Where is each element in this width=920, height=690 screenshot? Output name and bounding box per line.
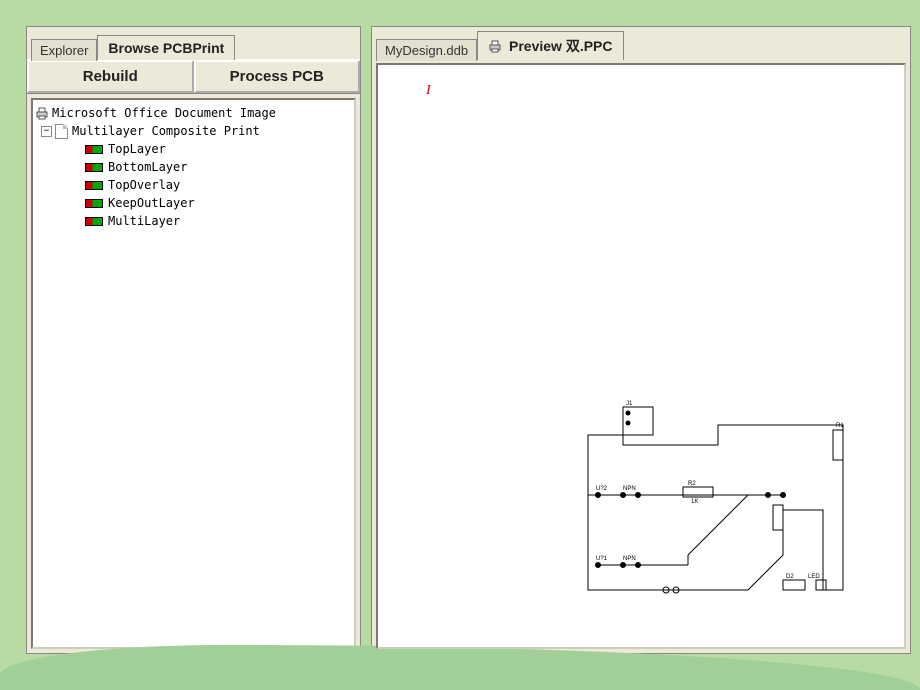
tab-preview-ppc[interactable]: Preview 双.PPC	[477, 31, 623, 60]
page-icon	[55, 124, 68, 139]
tree-composite-node[interactable]: − Multilayer Composite Print	[35, 122, 352, 140]
process-pcb-button[interactable]: Process PCB	[194, 60, 361, 93]
tab-browse-pcbprint[interactable]: Browse PCBPrint	[97, 35, 235, 60]
collapse-toggle-icon[interactable]: −	[41, 126, 52, 137]
layer-label: KeepOutLayer	[108, 196, 195, 210]
text-cursor-icon: I	[426, 83, 431, 99]
svg-text:NPN: NPN	[623, 556, 636, 562]
tree-root-node[interactable]: Microsoft Office Document Image	[35, 104, 352, 122]
preview-canvas[interactable]: I	[376, 63, 906, 649]
tree-layer-item[interactable]: TopOverlay	[35, 176, 352, 194]
layer-tree: Microsoft Office Document Image − Multil…	[31, 98, 356, 649]
pcb-schematic-preview: J1 R1 U?2 NPN R2 1K U?1 NPN D2 LED	[568, 395, 868, 625]
tree-layer-item[interactable]: BottomLayer	[35, 158, 352, 176]
tab-explorer[interactable]: Explorer	[31, 39, 97, 61]
svg-text:R2: R2	[688, 481, 696, 487]
layer-label: TopLayer	[108, 142, 166, 156]
layer-label: TopOverlay	[108, 178, 180, 192]
layer-label: BottomLayer	[108, 160, 187, 174]
tab-preview-label: Preview 双.PPC	[509, 38, 613, 54]
svg-text:U?2: U?2	[596, 486, 608, 492]
svg-text:J1: J1	[626, 401, 633, 407]
left-tab-bar: Explorer Browse PCBPrint	[27, 27, 360, 59]
layer-icon	[85, 181, 103, 190]
svg-text:NPN: NPN	[623, 486, 636, 492]
preview-panel: MyDesign.ddb Preview 双.PPC I	[371, 26, 911, 654]
tree-root-label: Microsoft Office Document Image	[52, 106, 276, 120]
svg-text:U?1: U?1	[596, 556, 608, 562]
svg-text:1K: 1K	[691, 499, 698, 505]
tree-composite-label: Multilayer Composite Print	[72, 124, 260, 138]
main-layout: Explorer Browse PCBPrint Rebuild Process…	[0, 0, 920, 660]
explorer-panel: Explorer Browse PCBPrint Rebuild Process…	[26, 26, 361, 654]
layer-icon	[85, 163, 103, 172]
rebuild-button[interactable]: Rebuild	[27, 60, 194, 93]
layer-icon	[85, 217, 103, 226]
pcb-button-row: Rebuild Process PCB	[27, 59, 360, 94]
tab-mydesign[interactable]: MyDesign.ddb	[376, 39, 477, 61]
tree-layer-item[interactable]: KeepOutLayer	[35, 194, 352, 212]
layer-icon	[85, 145, 103, 154]
printer-icon	[488, 39, 502, 56]
tree-layer-item[interactable]: TopLayer	[35, 140, 352, 158]
svg-text:R1: R1	[836, 423, 844, 429]
layer-icon	[85, 199, 103, 208]
svg-text:D2: D2	[786, 574, 794, 580]
tree-layer-item[interactable]: MultiLayer	[35, 212, 352, 230]
layer-label: MultiLayer	[108, 214, 180, 228]
right-tab-bar: MyDesign.ddb Preview 双.PPC	[372, 27, 910, 59]
svg-text:LED: LED	[808, 574, 820, 580]
printer-icon	[35, 106, 49, 120]
